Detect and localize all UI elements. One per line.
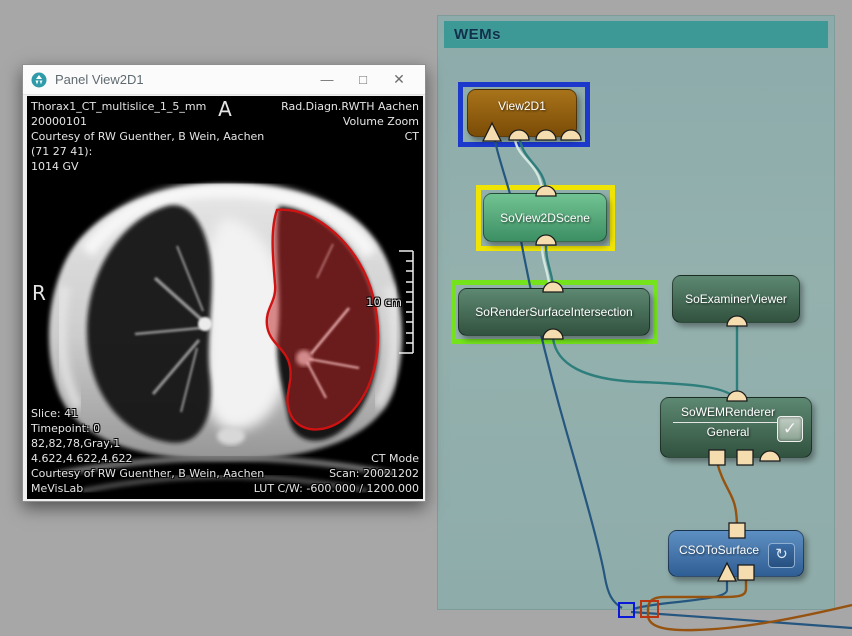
node-soexaminerviewer[interactable]: SoExaminerViewer — [672, 275, 800, 323]
node-sowemrenderer[interactable]: SoWEMRenderer General ✓ — [660, 397, 812, 458]
node-label: SoWEMRenderer — [673, 405, 783, 419]
node-label: View2D1 — [498, 99, 546, 113]
renderer-enabled-checkbox[interactable]: ✓ — [777, 416, 803, 442]
node-label: SoView2DScene — [500, 211, 590, 225]
overlay-bottom-right: CT Mode Scan: 20021202 LUT C/W: -600.000… — [254, 451, 419, 496]
desktop: WEMs View2D1 SoView2DScene SoRenderSurfa… — [0, 0, 852, 636]
node-sorendersurfaceintersection[interactable]: SoRenderSurfaceIntersection — [458, 288, 650, 336]
node-label: SoRenderSurfaceIntersection — [475, 305, 632, 319]
close-button[interactable]: ✕ — [381, 71, 417, 88]
refresh-button[interactable]: ↻ — [768, 543, 795, 568]
node-soview2dscene[interactable]: SoView2DScene — [483, 193, 607, 242]
orientation-label-right: R — [32, 286, 46, 301]
ruler-label: 10 cm — [366, 295, 402, 310]
node-label: SoExaminerViewer — [685, 292, 787, 306]
node-view2d1[interactable]: View2D1 — [467, 89, 577, 137]
maximize-button[interactable]: □ — [345, 72, 381, 87]
mevislab-logo-icon — [31, 72, 47, 88]
edge-offpanel-blue[interactable] — [631, 612, 852, 628]
node-csotosurface[interactable]: CSOToSurface ↻ — [668, 530, 804, 577]
connection-marker-red — [640, 600, 659, 618]
group-header[interactable]: WEMs — [444, 21, 828, 48]
orientation-label-anterior: A — [27, 102, 423, 117]
overlay-bottom-left: Slice: 41 Timepoint: 0 82,82,78,Gray,1 4… — [31, 406, 264, 496]
separator — [673, 422, 781, 423]
group-title: WEMs — [454, 26, 501, 43]
window-titlebar[interactable]: Panel View2D1 — □ ✕ — [23, 65, 425, 95]
viewer-window: Panel View2D1 — □ ✕ — [22, 64, 426, 502]
node-label: CSOToSurface — [679, 543, 759, 557]
node-section-label: General — [673, 425, 783, 439]
connection-marker-blue — [618, 602, 635, 618]
window-title: Panel View2D1 — [55, 72, 309, 87]
ct-viewport[interactable]: Thorax1_CT_multislice_1_5_mm 20000101 Co… — [27, 96, 423, 499]
minimize-button[interactable]: — — [309, 72, 345, 87]
